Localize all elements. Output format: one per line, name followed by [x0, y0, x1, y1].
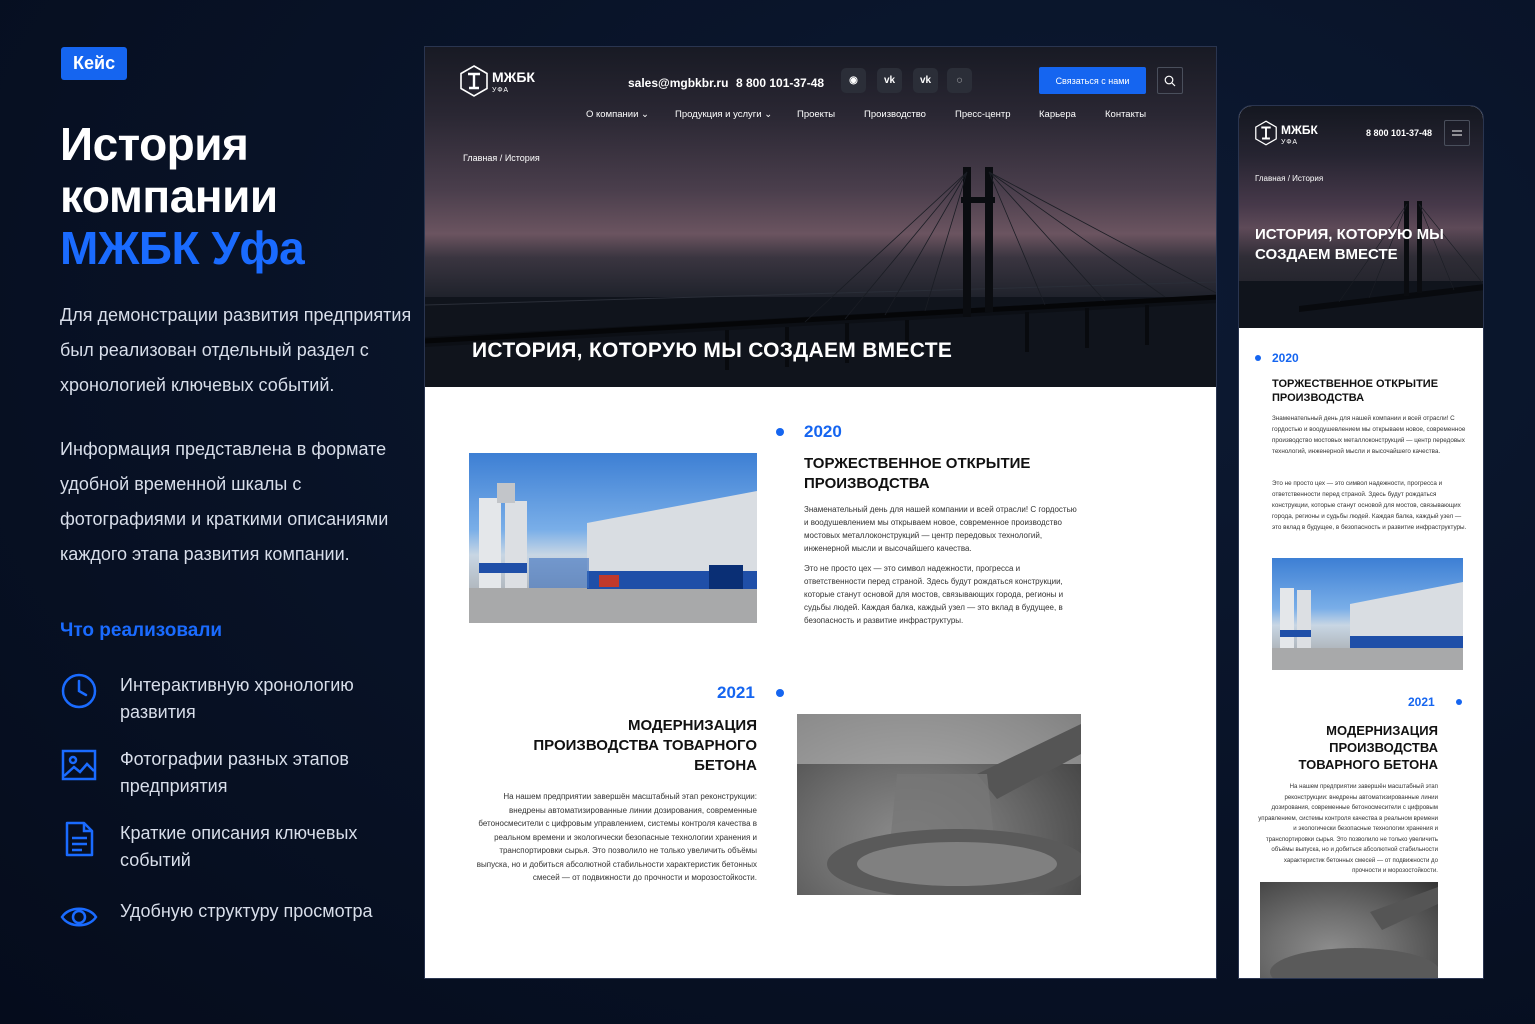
title-line-2: компании	[60, 170, 278, 222]
intro-paragraph-2: Информация представлена в формате удобно…	[60, 439, 389, 564]
whatsapp-icon[interactable]: ◉	[841, 68, 866, 93]
nav-item-production[interactable]: Производство	[864, 109, 926, 120]
desktop-mockup: МЖБК УФА sales@mgbkbr.ru 8 800 101-37-48…	[424, 46, 1217, 979]
feature-text: Интерактивную хронологию развития	[120, 675, 354, 722]
event-paragraph-2: Это не просто цех — это символ надежност…	[804, 564, 1064, 625]
intro-paragraph-1: Для демонстрации развития предприятия бы…	[60, 305, 412, 395]
event-paragraph-1: На нашем предприятии завершён масштабный…	[476, 792, 757, 882]
title-line-1: История	[60, 118, 249, 170]
feature-text: Краткие описания ключевых событий	[120, 823, 358, 870]
timeline-dot	[776, 689, 784, 697]
desktop-hero: МЖБК УФА sales@mgbkbr.ru 8 800 101-37-48…	[425, 47, 1216, 387]
hero-heading: ИСТОРИЯ, КОТОРУЮ МЫ СОЗДАЕМ ВМЕСТЕ	[472, 339, 953, 362]
breadcrumb-current: История	[504, 153, 540, 163]
header-email[interactable]: sales@mgbkbr.ru	[628, 76, 728, 90]
feature-item-timeline: Интерактивную хронологию развития	[60, 672, 400, 726]
document-icon	[65, 821, 94, 857]
contact-us-button[interactable]: Связаться с нами	[1039, 67, 1146, 94]
logo-mark-icon	[460, 65, 488, 97]
bridge-illustration	[425, 167, 1216, 387]
event-year: 2021	[717, 683, 755, 702]
feature-text: Удобную структуру просмотра	[120, 901, 373, 921]
factory-photo	[1272, 558, 1463, 670]
event-paragraph-1: Знаменательный день для нашей компании и…	[804, 505, 1077, 553]
event-year: 2020	[1272, 351, 1299, 365]
nav-item-about[interactable]: О компании ⌄	[586, 109, 649, 120]
site-logo[interactable]: МЖБК УФА	[460, 65, 535, 97]
event-paragraph-2: Это не просто цех — это символ надежност…	[1272, 480, 1467, 531]
site-logo[interactable]: МЖБК УФА	[1255, 120, 1318, 146]
nav-item-career[interactable]: Карьера	[1039, 109, 1076, 120]
hero-heading: ИСТОРИЯ, КОТОРУЮ МЫ СОЗДАЕМ ВМЕСТЕ	[1255, 226, 1444, 263]
logo-name: МЖБК	[1281, 122, 1318, 137]
breadcrumb: Главная / История	[1255, 174, 1323, 183]
breadcrumb: Главная / История	[463, 153, 540, 163]
vk-icon[interactable]: vk	[877, 68, 902, 93]
timeline-dot	[776, 428, 784, 436]
image-icon	[61, 749, 97, 781]
clock-icon	[61, 673, 97, 709]
feature-item-descriptions: Краткие описания ключевых событий	[60, 820, 400, 874]
timeline-dot	[1456, 699, 1462, 705]
concrete-photo	[797, 714, 1081, 895]
feature-text: Фотографии разных этапов предприятия	[120, 749, 349, 796]
nav-item-press[interactable]: Пресс-центр	[955, 109, 1011, 120]
logo-sub: УФА	[492, 86, 510, 94]
breadcrumb-home[interactable]: Главная	[463, 153, 497, 163]
eye-icon	[60, 907, 98, 927]
breadcrumb-home[interactable]: Главная	[1255, 174, 1285, 183]
title-line-3: МЖБК Уфа	[60, 222, 305, 274]
event-title: Модернизация производства товарного бето…	[533, 717, 757, 774]
breadcrumb-current: История	[1292, 174, 1324, 183]
menu-button[interactable]	[1444, 120, 1470, 146]
mobile-hero: МЖБК УФА 8 800 101-37-48 Главная / Истор…	[1239, 106, 1483, 328]
case-badge: Кейс	[61, 47, 128, 80]
event-title: Модернизация производства товарного бето…	[1298, 723, 1438, 772]
factory-photo	[469, 453, 757, 623]
breadcrumb-separator: /	[1287, 174, 1290, 183]
feature-item-photos: Фотографии разных этапов предприятия	[60, 746, 400, 800]
nav-item-projects[interactable]: Проекты	[797, 109, 835, 120]
max-icon[interactable]: ◌	[947, 68, 972, 93]
breadcrumb-separator: /	[499, 153, 503, 163]
vk-icon[interactable]: vk	[913, 68, 938, 93]
nav-item-contacts[interactable]: Контакты	[1105, 109, 1146, 120]
logo-sub: УФА	[1281, 138, 1299, 146]
logo-mark-icon	[1255, 120, 1277, 146]
event-year: 2021	[1408, 695, 1435, 709]
event-paragraph-1: На нашем предприятии завершён масштабный…	[1258, 783, 1438, 874]
event-title: Торжественное открытие производства	[804, 455, 1031, 492]
event-title: Торжественное открытие производства	[1272, 378, 1439, 404]
timeline-dot	[1255, 355, 1261, 361]
concrete-photo	[1260, 882, 1438, 978]
mobile-mockup: МЖБК УФА 8 800 101-37-48 Главная / Истор…	[1238, 105, 1484, 979]
search-button[interactable]	[1157, 67, 1183, 94]
header-phone[interactable]: 8 800 101-37-48	[736, 76, 824, 90]
header-phone[interactable]: 8 800 101-37-48	[1366, 128, 1432, 138]
page-title: История компании МЖБК Уфа	[60, 118, 305, 274]
feature-item-structure: Удобную структуру просмотра	[60, 898, 400, 936]
search-icon	[1164, 75, 1176, 86]
event-year: 2020	[804, 422, 842, 441]
logo-name: МЖБК	[492, 68, 535, 85]
hamburger-icon	[1452, 130, 1462, 136]
nav-item-products[interactable]: Продукция и услуги ⌄	[675, 109, 772, 120]
event-paragraph-1: Знаменательный день для нашей компании и…	[1272, 415, 1466, 455]
implemented-heading: Что реализовали	[60, 620, 223, 641]
